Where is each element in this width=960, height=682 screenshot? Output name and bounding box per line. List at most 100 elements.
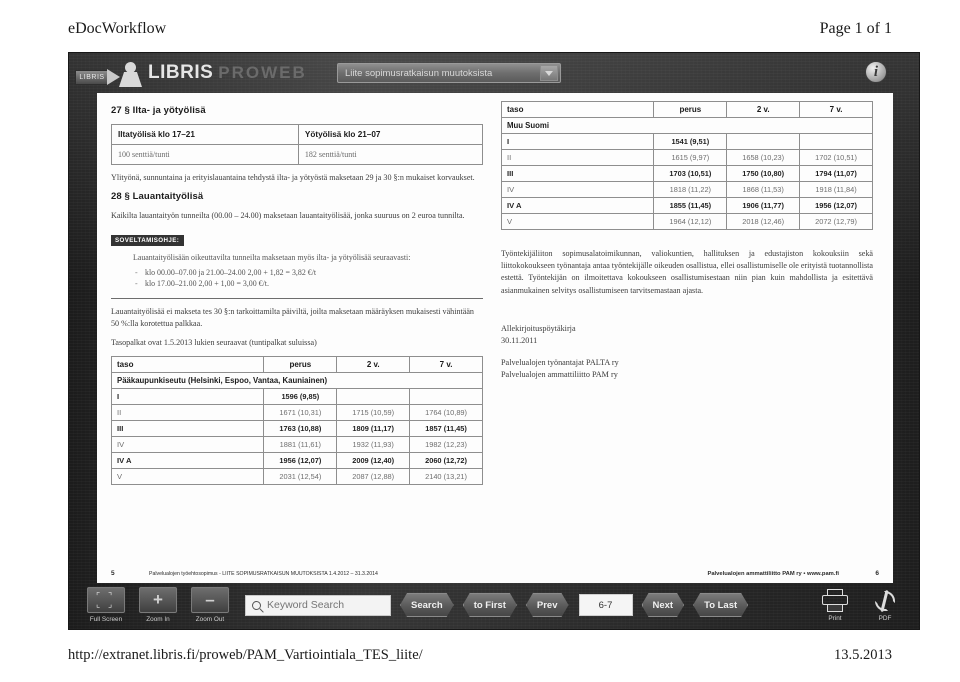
- document-select[interactable]: Liite sopimusratkaisun muutoksista: [337, 63, 561, 83]
- table-row: II 1671 (10,31) 1715 (10,59) 1764 (10,89…: [110, 404, 483, 422]
- value-7y: 2140 (13,21): [409, 468, 483, 486]
- value-7y: 1918 (11,84): [799, 181, 873, 198]
- section-28-title: 28 § Lauantaityölisä: [111, 191, 204, 203]
- level-label: II: [110, 404, 265, 422]
- search-button[interactable]: Search: [400, 593, 454, 617]
- footer-text-right: Palvelualojen ammattiliitto PAM ry • www…: [707, 570, 839, 577]
- print-footer: http://extranet.libris.fi/proweb/PAM_Var…: [0, 640, 960, 670]
- print-header-title: eDocWorkflow: [68, 20, 167, 37]
- level-label: V: [110, 468, 265, 486]
- level-label: IV: [500, 181, 655, 198]
- value-base: 1596 (9,85): [263, 388, 338, 406]
- next-button[interactable]: Next: [642, 593, 685, 617]
- pdf-icon: [872, 589, 898, 613]
- to-last-button[interactable]: To Last: [693, 593, 748, 617]
- para-overtime-compensation: Ylityönä, sunnuntaina ja erityislauantai…: [111, 173, 475, 182]
- value-base: 1956 (12,07): [263, 452, 338, 470]
- value-2y: [726, 133, 801, 150]
- screenshot-root: eDocWorkflow Page 1 of 1 LIBRIS LIBRIS P…: [0, 0, 960, 682]
- value-2y: 1906 (11,77): [726, 197, 801, 214]
- table-row: III 1703 (10,51) 1750 (10,80) 1794 (11,0…: [500, 165, 873, 182]
- prev-button[interactable]: Prev: [526, 593, 569, 617]
- full-screen-button[interactable]: ⌜ ⌝ ⌞ ⌟ Full Screen: [83, 587, 129, 623]
- table-row: I 1596 (9,85): [110, 388, 483, 406]
- value-base: 2031 (12,54): [263, 468, 338, 486]
- print-button[interactable]: Print: [813, 588, 857, 622]
- search-input[interactable]: [265, 598, 383, 612]
- col-header-base: perus: [263, 356, 338, 374]
- col-header-7y: 7 v.: [799, 101, 873, 118]
- pay-table-rest-of-finland: taso perus 2 v. 7 v. Muu Suomi I 1541 (9…: [500, 101, 873, 230]
- value-7y: 1982 (12,23): [409, 436, 483, 454]
- para-not-paid: Lauantaityölisää ei makseta tes 30 §:n t…: [111, 306, 474, 328]
- signature-party-employer: Palvelualojen työnantajat PALTA ry: [501, 357, 619, 367]
- page-column-left: 27 § Ilta- ja yötyölisä Iltatyölisä klo …: [110, 101, 484, 583]
- value-7y: [799, 133, 873, 150]
- table-row: IV 1881 (11,61) 1932 (11,93) 1982 (12,23…: [110, 436, 483, 454]
- zoom-out-button[interactable]: – Zoom Out: [187, 587, 233, 623]
- table-header-row: taso perus 2 v. 7 v.: [500, 101, 873, 118]
- value-7y: 1857 (11,45): [409, 420, 483, 438]
- signature-title: Allekirjoituspöytäkirja: [501, 323, 576, 333]
- print-header-page: Page 1 of 1: [819, 20, 892, 37]
- level-label: I: [500, 133, 655, 150]
- value-base: 1763 (10,88): [263, 420, 338, 438]
- value-base: 1541 (9,51): [653, 133, 728, 150]
- col-header-level: taso: [110, 356, 265, 374]
- level-label: IV A: [110, 452, 265, 470]
- value-2y: 1750 (10,80): [726, 165, 801, 182]
- chevron-down-icon[interactable]: [540, 65, 558, 81]
- night-value: 182 senttiä/tunti: [297, 144, 484, 165]
- search-icon: [252, 600, 261, 610]
- brand-wordmark: LIBRIS PROWEB: [148, 62, 307, 84]
- table-row: V 2031 (12,54) 2087 (12,88) 2140 (13,21): [110, 468, 483, 486]
- zoom-in-label: Zoom In: [146, 616, 170, 623]
- print-header: eDocWorkflow Page 1 of 1: [0, 14, 960, 44]
- value-7y: 1764 (10,89): [409, 404, 483, 422]
- value-base: 1855 (11,45): [653, 197, 728, 214]
- col-header-night: Yötyölisä klo 21–07: [297, 124, 484, 145]
- pay-table-capital-region: taso perus 2 v. 7 v. Pääkaupunkiseutu (H…: [110, 356, 483, 486]
- page-number-left: 5: [111, 570, 115, 577]
- level-label: I: [110, 388, 265, 406]
- full-screen-label: Full Screen: [89, 616, 123, 623]
- level-label: III: [110, 420, 265, 438]
- value-7y: 2072 (12,79): [799, 213, 873, 230]
- table-row: IV A 1956 (12,07) 2009 (12,40) 2060 (12,…: [110, 452, 483, 470]
- page-column-right: taso perus 2 v. 7 v. Muu Suomi I 1541 (9…: [500, 101, 874, 583]
- table-header-row: taso perus 2 v. 7 v.: [110, 356, 483, 374]
- value-2y: 1932 (11,93): [336, 436, 411, 454]
- list-item: klo 00.00–07.00 ja 21.00–24.00 2,00 + 1,…: [133, 267, 483, 279]
- document-page: 27 § Ilta- ja yötyölisä Iltatyölisä klo …: [97, 93, 893, 583]
- info-icon[interactable]: i: [865, 61, 887, 83]
- print-label: Print: [828, 614, 842, 622]
- evening-night-bonus-table: Iltatyölisä klo 17–21 Yötyölisä klo 21–0…: [111, 124, 484, 165]
- to-first-button[interactable]: to First: [463, 593, 517, 617]
- zoom-in-button[interactable]: + Zoom In: [135, 587, 181, 623]
- signature-date: 30.11.2011: [501, 335, 538, 345]
- pdf-button[interactable]: PDF: [863, 589, 907, 622]
- col-header-base: perus: [653, 101, 728, 118]
- value-7y: 1702 (10,51): [799, 149, 873, 166]
- viewer-topbar: LIBRIS LIBRIS PROWEB Liite sopimusratkai…: [69, 53, 919, 93]
- application-guideline-block: SOVELTAMISOHJE: Lauantaityölisään oikeut…: [111, 229, 483, 299]
- viewer-bottom-toolbar: ⌜ ⌝ ⌞ ⌟ Full Screen + Zoom In – Zoom Out…: [69, 581, 919, 629]
- value-2y: 1809 (11,17): [336, 420, 411, 438]
- col-header-2y: 2 v.: [726, 101, 801, 118]
- table-header-row: Iltatyölisä klo 17–21 Yötyölisä klo 21–0…: [111, 124, 484, 145]
- value-2y: 2009 (12,40): [336, 452, 411, 470]
- value-2y: 1658 (10,23): [726, 149, 801, 166]
- table-group-row: Pääkaupunkiseutu (Helsinki, Espoo, Vanta…: [111, 372, 483, 390]
- brand-libris: LIBRIS: [148, 62, 214, 83]
- page-number-input[interactable]: 6-7: [578, 594, 633, 616]
- signature-party-union: Palvelualojen ammattiliitto PAM ry: [501, 369, 618, 379]
- group-name: Pääkaupunkiseutu (Helsinki, Espoo, Vanta…: [111, 372, 483, 390]
- para-union-meetings: Työntekijäliiton sopimusalatoimikunnan, …: [501, 249, 874, 295]
- footer-text-left: Palvelualojen työehtosopimus - LIITE SOP…: [149, 570, 378, 577]
- table-row: II 1615 (9,97) 1658 (10,23) 1702 (10,51): [500, 149, 873, 166]
- keyword-search-field[interactable]: [245, 594, 391, 616]
- value-7y: [409, 388, 483, 406]
- full-screen-icon: ⌜ ⌝ ⌞ ⌟: [87, 587, 125, 613]
- col-header-2y: 2 v.: [336, 356, 411, 374]
- libris-logo: LIBRIS LIBRIS PROWEB: [75, 55, 307, 91]
